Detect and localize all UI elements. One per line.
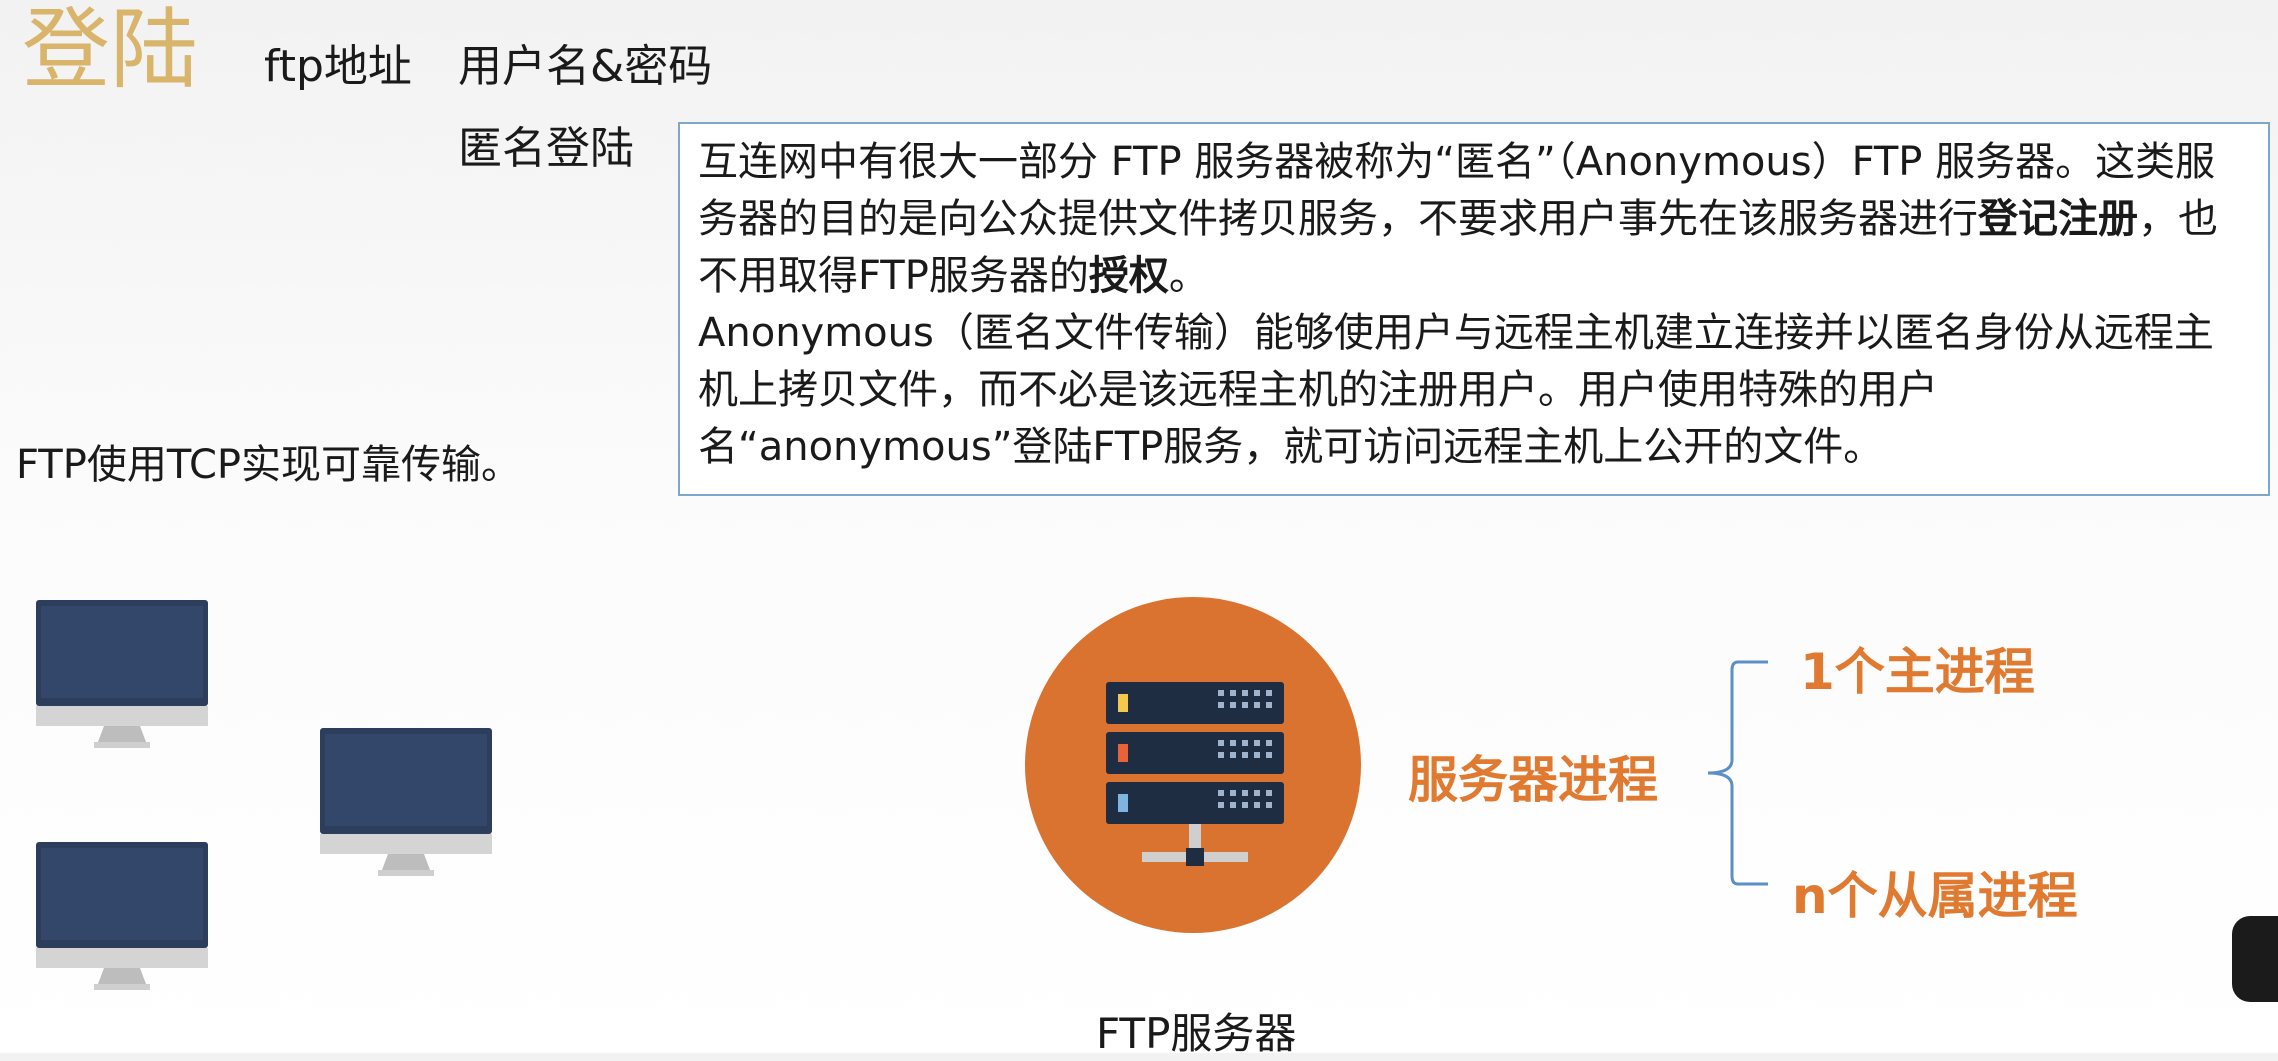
- client-monitor-icon: [36, 600, 208, 748]
- server-caption: FTP服务器: [1096, 1009, 1297, 1058]
- anonymous-login-label: 匿名登陆: [458, 123, 634, 174]
- ftp-address-label: ftp地址: [264, 41, 412, 92]
- brace-icon: [1707, 660, 1768, 886]
- server-process-label: 服务器进程: [1408, 751, 1658, 809]
- main-process-label: 1个主进程: [1800, 643, 2035, 701]
- sub-process-label: n个从属进程: [1792, 867, 2078, 925]
- video-player-icon[interactable]: [2232, 916, 2278, 1002]
- slide-title: 登陆: [22, 0, 199, 101]
- info-paragraph-2: Anonymous（匿名文件传输）能够使用户与远程主机建立连接并以匿名身份从远程…: [698, 310, 2214, 470]
- tcp-note: FTP使用TCP实现可靠传输。: [16, 442, 521, 488]
- client-monitor-icon: [320, 728, 492, 876]
- info-paragraph-1: 互连网中有很大一部分 FTP 服务器被称为“匿名”（Anonymous）FTP …: [698, 134, 2250, 305]
- info-bold-text: 授权: [1088, 253, 1169, 299]
- username-password-label: 用户名&密码: [458, 41, 713, 92]
- ftp-server-icon: [1025, 597, 1361, 933]
- info-text: 。: [1168, 253, 1209, 299]
- client-monitor-icon: [36, 842, 208, 990]
- anonymous-ftp-info-box: 互连网中有很大一部分 FTP 服务器被称为“匿名”（Anonymous）FTP …: [678, 122, 2270, 496]
- info-bold-text: 登记注册: [1978, 196, 2138, 242]
